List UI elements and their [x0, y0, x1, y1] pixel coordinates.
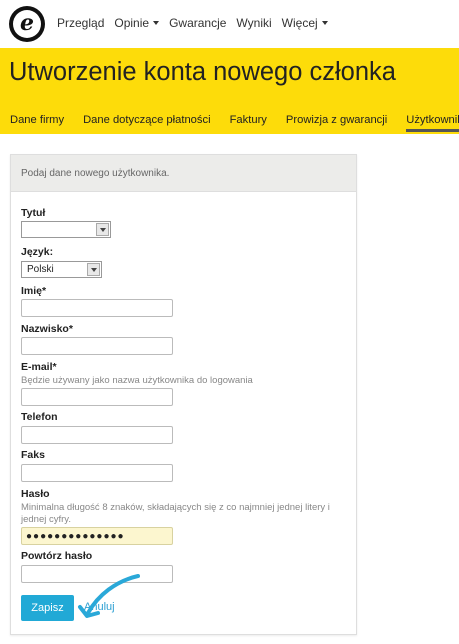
- logo[interactable]: e: [9, 6, 45, 42]
- password-input[interactable]: [21, 527, 173, 545]
- top-navigation: e Przegląd Opinie Gwarancje Wyniki Więce…: [0, 0, 459, 48]
- nav-item-przeglad[interactable]: Przegląd: [57, 16, 104, 30]
- nav-item-label: Opinie: [114, 16, 150, 30]
- last-name-label: Nazwisko*: [21, 323, 73, 335]
- email-hint: Będzie używany jako nazwa użytkownika do…: [21, 375, 253, 386]
- chevron-down-icon: [96, 223, 109, 236]
- nav-item-label: Wyniki: [236, 16, 272, 30]
- first-name-input[interactable]: [21, 299, 173, 317]
- page-header: Utworzenie konta nowego członka Dane fir…: [0, 48, 459, 134]
- nav-item-label: Gwarancje: [169, 16, 227, 30]
- password-label: Hasło: [21, 488, 50, 500]
- tab-bar: Dane firmy Dane dotyczące płatności Fakt…: [10, 114, 459, 132]
- curved-arrow-icon: [78, 574, 140, 618]
- nav-item-gwarancje[interactable]: Gwarancje: [169, 16, 226, 30]
- phone-input[interactable]: [21, 426, 173, 444]
- user-form-card: Podaj dane nowego użytkownika. Tytuł Jęz…: [10, 154, 357, 635]
- nav-item-wiecej[interactable]: Więcej: [282, 16, 328, 30]
- tab-prowizja[interactable]: Prowizja z gwarancji: [286, 114, 387, 131]
- last-name-input[interactable]: [21, 337, 173, 355]
- logo-inner: e: [13, 10, 41, 38]
- email-input[interactable]: [21, 388, 173, 406]
- nav-item-opinie[interactable]: Opinie: [114, 16, 160, 30]
- nav-item-label: Więcej: [281, 16, 318, 30]
- fax-input[interactable]: [21, 464, 173, 482]
- fax-label: Faks: [21, 449, 45, 461]
- title-label: Tytuł: [21, 207, 46, 219]
- chevron-down-icon: [321, 21, 328, 25]
- language-select-value: Polski: [27, 264, 54, 275]
- page-title: Utworzenie konta nowego członka: [9, 58, 396, 86]
- form-intro: Podaj dane nowego użytkownika.: [11, 155, 356, 192]
- tab-dane-platnosci[interactable]: Dane dotyczące płatności: [83, 114, 211, 131]
- email-label: E-mail*: [21, 361, 57, 373]
- nav-links: Przegląd Opinie Gwarancje Wyniki Więcej: [57, 16, 338, 30]
- password-repeat-label: Powtórz hasło: [21, 550, 93, 562]
- chevron-down-icon: [153, 21, 160, 25]
- nav-item-label: Przegląd: [57, 16, 105, 30]
- chevron-down-icon: [87, 263, 100, 276]
- title-select[interactable]: [21, 221, 111, 238]
- tab-faktury[interactable]: Faktury: [230, 114, 267, 131]
- language-select[interactable]: Polski: [21, 261, 102, 278]
- save-button[interactable]: Zapisz: [21, 595, 74, 621]
- first-name-label: Imię*: [21, 285, 47, 297]
- language-label: Język:: [21, 246, 54, 258]
- nav-item-wyniki[interactable]: Wyniki: [236, 16, 271, 30]
- tab-uzytkownik[interactable]: Użytkownik: [406, 114, 459, 132]
- password-hint: Minimalna długość 8 znaków, składających…: [21, 502, 330, 525]
- phone-label: Telefon: [21, 411, 58, 423]
- logo-letter: e: [20, 9, 34, 36]
- tab-dane-firmy[interactable]: Dane firmy: [10, 114, 64, 131]
